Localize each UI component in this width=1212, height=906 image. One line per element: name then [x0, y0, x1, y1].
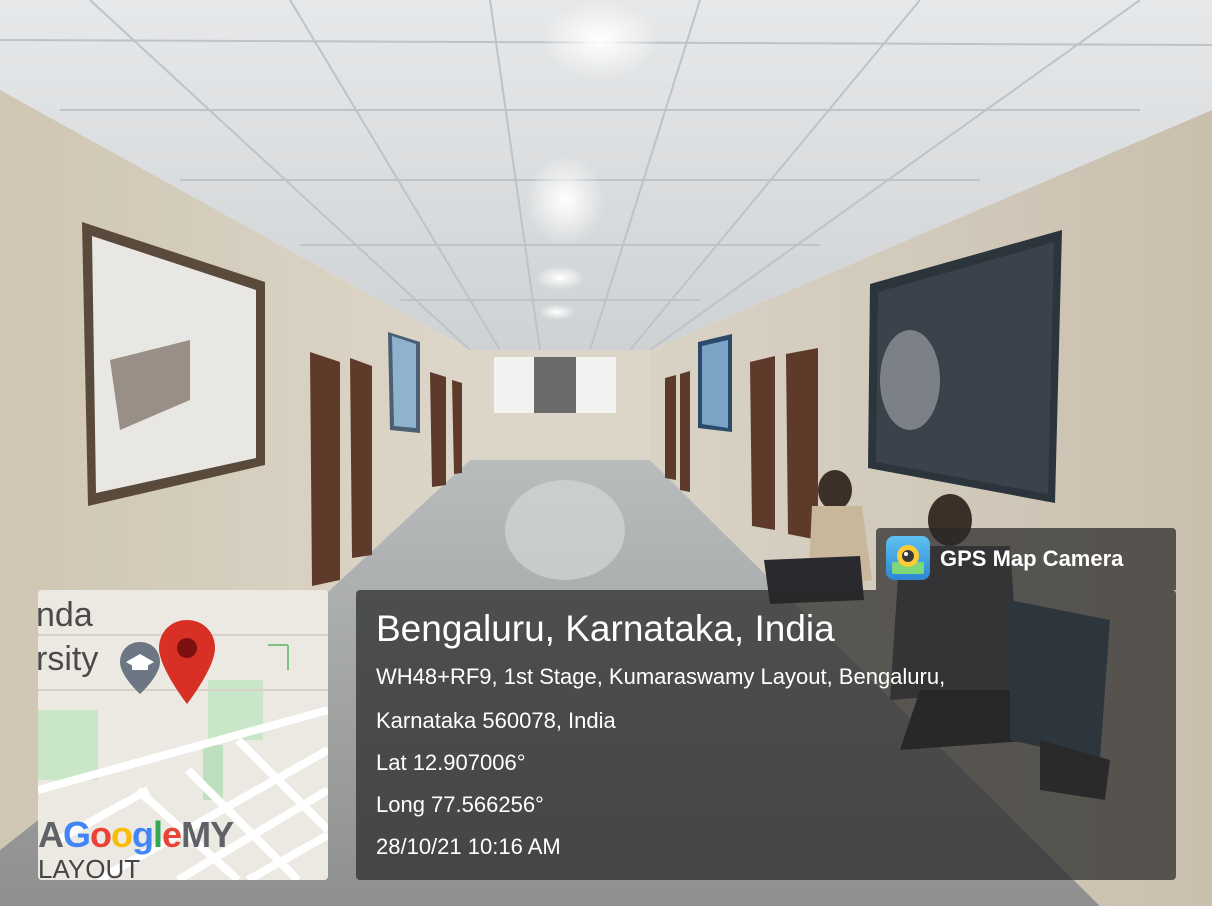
- address-line-1: WH48+RF9, 1st Stage, Kumaraswamy Layout,…: [376, 664, 946, 689]
- gps-map-camera-app-icon: [886, 536, 930, 580]
- map-bottom-text: LAYOUT: [38, 854, 141, 880]
- map-label-fragment-1: nda: [38, 596, 93, 634]
- location-info-panel: Bengaluru, Karnataka, India WH48+RF9, 1s…: [356, 590, 1176, 880]
- map-pin-icon: [159, 620, 215, 704]
- longitude-text: Long 77.566256°: [376, 792, 544, 817]
- gps-map-camera-label: GPS Map Camera: [940, 546, 1124, 571]
- map-label-fragment-2: rsity: [38, 640, 99, 678]
- map-thumbnail: nda rsity AGoogleMY LAYOUT: [38, 590, 328, 880]
- location-title: Bengaluru, Karnataka, India: [376, 608, 835, 649]
- address-line-2: Karnataka 560078, India: [376, 708, 616, 733]
- latitude-text: Lat 12.907006°: [376, 750, 526, 775]
- datetime-text: 28/10/21 10:16 AM: [376, 834, 561, 859]
- google-logo: AGoogleMY: [38, 814, 234, 855]
- gps-map-camera-badge: GPS Map Camera: [876, 528, 1176, 590]
